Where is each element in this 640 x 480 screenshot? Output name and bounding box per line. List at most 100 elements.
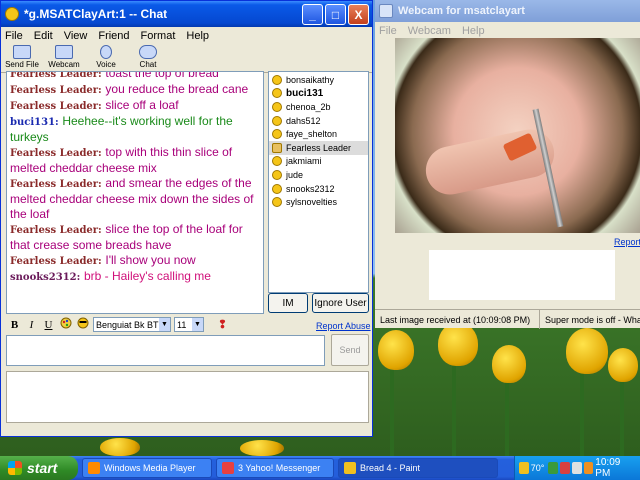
font-family-value: Benguiat Bk BT — [96, 319, 159, 330]
menu-help[interactable]: Help — [186, 30, 209, 42]
chat-window-title: *g.MSATClayArt:1 -- Chat — [24, 7, 168, 21]
message-nickname[interactable]: Fearless Leader: — [10, 148, 102, 159]
webcam-user-icon — [272, 142, 282, 153]
user-list-item[interactable]: jakmiami — [269, 155, 368, 169]
tulip-flower — [566, 328, 608, 374]
taskbar-button-label: 3 Yahoo! Messenger — [238, 463, 321, 473]
webcam-menu-help[interactable]: Help — [462, 25, 485, 37]
taskbar-button[interactable]: Windows Media Player — [82, 458, 212, 478]
message-text: brb - Hailey's calling me — [83, 269, 211, 283]
voice-button[interactable]: Voice — [85, 45, 127, 72]
bold-button[interactable]: B — [6, 319, 23, 331]
minimize-button[interactable]: _ — [302, 4, 323, 25]
webcam-button[interactable]: Webcam — [43, 45, 85, 72]
volume-icon[interactable] — [571, 462, 582, 474]
security-icon[interactable] — [583, 462, 594, 474]
tulip-flower — [100, 438, 140, 456]
user-list-item[interactable]: jude — [269, 168, 368, 182]
message-input[interactable] — [6, 335, 325, 366]
chat-message: buci131: Heehee--it's working well for t… — [10, 114, 260, 145]
app-icon — [88, 462, 100, 474]
send-button[interactable]: Send — [331, 334, 369, 366]
menu-friend[interactable]: Friend — [98, 30, 129, 42]
webcam-menu-file[interactable]: File — [379, 25, 397, 37]
start-button[interactable]: start — [0, 456, 78, 480]
maximize-button[interactable]: □ — [325, 4, 346, 25]
message-nickname[interactable]: Fearless Leader: — [10, 225, 102, 236]
ignore-user-button[interactable]: Ignore User — [312, 293, 369, 313]
webcam-icon — [55, 45, 73, 59]
chat-toolbar: Send File Webcam Voice Chat — [1, 45, 372, 73]
message-nickname[interactable]: Fearless Leader: — [10, 85, 102, 96]
send-file-button[interactable]: Send File — [1, 45, 43, 72]
menu-file[interactable]: File — [5, 30, 23, 42]
user-list-item[interactable]: sylsnovelties — [269, 195, 368, 209]
ad-banner-area — [6, 371, 369, 423]
last-image-status: Last image received at (10:09:08 PM) — [375, 310, 540, 329]
user-name: jude — [286, 169, 304, 180]
im-button[interactable]: IM — [268, 293, 308, 313]
format-toolbar: B I U Benguiat Bk BT ▼ 11 ▼ ❢ — [6, 317, 369, 332]
message-nickname[interactable]: snooks2312: — [10, 272, 80, 283]
message-nickname[interactable]: Fearless Leader: — [10, 101, 102, 112]
network-icon[interactable] — [548, 462, 559, 474]
taskbar-button[interactable]: 3 Yahoo! Messenger — [216, 458, 334, 478]
chat-title-bar[interactable]: *g.MSATClayArt:1 -- Chat _ □ X — [1, 1, 372, 27]
taskbar-buttons: Windows Media Player 3 Yahoo! Messenger Br… — [78, 458, 498, 478]
tulip-stem — [620, 372, 624, 456]
smiley-icon — [272, 101, 282, 112]
font-family-select[interactable]: Benguiat Bk BT ▼ — [93, 317, 171, 332]
message-nickname[interactable]: buci131: — [10, 117, 59, 128]
windows-logo-icon — [8, 461, 22, 475]
emoticon-icon[interactable] — [74, 317, 91, 332]
webcam-ad-area — [429, 250, 615, 300]
room-user-list[interactable]: bonsaikathy buci131 chenoa_2b dahs512 faye_s… — [268, 71, 369, 293]
app-icon — [344, 462, 356, 474]
user-list-item[interactable]: bonsaikathy — [269, 73, 368, 87]
smiley-icon — [272, 169, 282, 180]
user-list-item[interactable]: chenoa_2b — [269, 100, 368, 114]
smiley-icon — [272, 129, 282, 140]
menu-view[interactable]: View — [64, 30, 88, 42]
tulip-flower — [240, 440, 284, 456]
chat-menubar: File Edit View Friend Format Help — [1, 27, 372, 45]
user-name: sylsnovelties — [286, 197, 338, 208]
close-button[interactable]: X — [348, 4, 369, 25]
user-list-item[interactable]: Fearless Leader — [269, 140, 368, 155]
color-palette-icon[interactable] — [57, 317, 74, 332]
italic-button[interactable]: I — [23, 319, 40, 331]
message-nickname[interactable]: Fearless Leader: — [10, 179, 102, 190]
webcam-title-bar[interactable]: Webcam for msatclayart — [375, 0, 640, 22]
tulip-stem — [390, 360, 394, 456]
taskbar-button[interactable]: Bread 4 - Paint — [338, 458, 498, 478]
imvironment-icon[interactable]: ❢ — [214, 318, 231, 331]
menu-edit[interactable]: Edit — [34, 30, 53, 42]
webcam-image — [395, 38, 640, 233]
underline-button[interactable]: U — [40, 319, 57, 331]
clock: 10:09 PM — [595, 457, 621, 479]
smiley-icon — [272, 183, 282, 194]
taskbar-button-label: Windows Media Player — [104, 463, 196, 473]
super-mode-status: Super mode is off - What's — [540, 310, 640, 329]
message-nickname[interactable]: Fearless Leader: — [10, 256, 102, 267]
font-size-select[interactable]: 11 ▼ — [174, 317, 204, 332]
user-list-item[interactable]: buci131 — [269, 87, 368, 101]
webcam-report-link[interactable]: Report — [614, 237, 640, 247]
user-list-item[interactable]: faye_shelton — [269, 127, 368, 141]
message-text: you reduce the bread cane — [105, 82, 249, 96]
message-nickname[interactable]: Fearless Leader: — [10, 72, 102, 80]
menu-format[interactable]: Format — [141, 30, 176, 42]
chat-button[interactable]: Chat — [127, 45, 169, 72]
chat-message: Fearless Leader: I'll show you now — [10, 253, 260, 269]
user-list-item[interactable]: dahs512 — [269, 114, 368, 128]
message-text: slice off a loaf — [105, 98, 179, 112]
chat-message-area[interactable]: Fearless Leader: toast the top of bread F… — [6, 71, 264, 314]
super-mode-text: Super mode is off - What's — [545, 314, 640, 325]
webcam-menu-webcam[interactable]: Webcam — [408, 25, 451, 37]
chevron-down-icon: ▼ — [192, 318, 203, 331]
microphone-icon — [100, 45, 112, 59]
chat-message: Fearless Leader: toast the top of bread — [10, 72, 260, 82]
user-list-item[interactable]: snooks2312 — [269, 182, 368, 196]
yahoo-tray-icon[interactable] — [560, 462, 570, 474]
report-abuse-link[interactable]: Report Abuse — [316, 321, 371, 331]
